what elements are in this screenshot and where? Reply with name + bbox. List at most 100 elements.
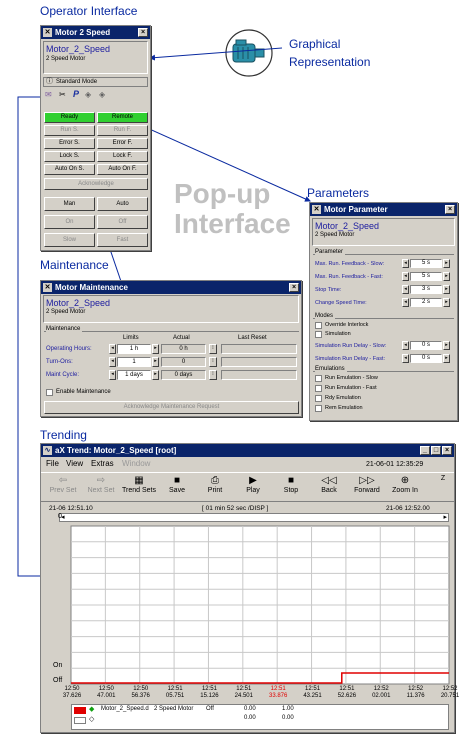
settings-toolbar-icon[interactable]: ◈ xyxy=(85,90,91,99)
lock-slow-indicator[interactable]: Lock S. xyxy=(44,151,95,162)
acknowledge-button[interactable]: Acknowledge xyxy=(44,178,148,190)
acknowledge-maintenance-button[interactable]: Acknowledge Maintenance Request xyxy=(44,401,299,414)
off-button[interactable]: Off xyxy=(97,215,148,229)
lock-fast-indicator[interactable]: Lock F. xyxy=(97,151,148,162)
toolbar-forward-button[interactable]: ▷▷ Forward xyxy=(349,475,385,502)
toolbar-print-button[interactable]: ⎙ Print xyxy=(197,475,233,502)
emulation-checkbox[interactable] xyxy=(315,405,322,412)
parameter-toolbar-icon[interactable]: P xyxy=(73,89,79,99)
col-actual: Actual xyxy=(173,335,190,341)
x-tick-time: 12:51 xyxy=(339,686,355,692)
toolbar-button-label: Next Set xyxy=(87,487,115,494)
maintenance-last-reset-field xyxy=(221,357,297,367)
maintenance-name-box: Motor_2_Speed 2 Speed Motor xyxy=(43,295,299,323)
close-icon[interactable]: × xyxy=(138,28,148,37)
maximize-icon[interactable]: □ xyxy=(431,446,441,455)
x-tick-time: 12:50 xyxy=(64,686,80,692)
emulation-checkbox[interactable] xyxy=(315,375,322,382)
alarm-toolbar-icon[interactable]: ✉ xyxy=(45,90,52,99)
menu-view[interactable]: View xyxy=(66,459,83,468)
spin-up-icon[interactable]: ▸ xyxy=(443,259,450,268)
reset-icon[interactable]: ⁞ xyxy=(209,370,217,380)
toolbar-button-label: Back xyxy=(321,487,337,494)
maintenance-actual-field: 0 h xyxy=(161,344,206,354)
menu-file[interactable]: File xyxy=(46,459,59,468)
spin-down-icon[interactable]: ◂ xyxy=(402,341,409,350)
emulation-checkbox[interactable] xyxy=(315,385,322,392)
menu-extras[interactable]: Extras xyxy=(91,459,114,468)
toolbar-back-button[interactable]: ◁◁ Back xyxy=(311,475,347,502)
toolbar-trend-sets-button[interactable]: ▦ Trend Sets xyxy=(121,475,157,502)
close-icon[interactable]: × xyxy=(445,205,455,214)
simulation-value-field[interactable]: 0 s xyxy=(410,354,442,363)
maintenance-toolbar-icon[interactable]: ✂ xyxy=(59,90,66,99)
trend-sets-icon: ▦ xyxy=(134,475,144,486)
parameter-value-field[interactable]: 5 s xyxy=(410,259,442,268)
maintenance-window-titlebar[interactable]: ✕ Motor Maintenance × xyxy=(41,281,301,294)
spin-up-icon[interactable]: ▸ xyxy=(443,341,450,350)
spin-down-icon[interactable]: ◂ xyxy=(109,370,116,380)
time-scrollbar[interactable]: ◂ ▸ xyxy=(59,513,449,522)
auto-on-slow-indicator[interactable]: Auto On S. xyxy=(44,164,95,175)
spin-up-icon[interactable]: ▸ xyxy=(443,298,450,307)
spin-down-icon[interactable]: ◂ xyxy=(402,298,409,307)
spin-down-icon[interactable]: ◂ xyxy=(402,259,409,268)
close-icon[interactable]: × xyxy=(442,446,452,455)
toolbar-prev-set-button[interactable]: ⇦ Prev Set xyxy=(45,475,81,502)
col-limits: Limits xyxy=(123,335,139,341)
toolbar-z-button[interactable]: Z xyxy=(425,475,461,502)
emulation-checkbox[interactable] xyxy=(315,395,322,402)
fast-button[interactable]: Fast xyxy=(97,233,148,247)
toolbar-next-set-button[interactable]: ⇨ Next Set xyxy=(83,475,119,502)
spin-down-icon[interactable]: ◂ xyxy=(402,285,409,294)
x-tick-label: 12:52 11.376 xyxy=(403,686,429,700)
spin-up-icon[interactable]: ▸ xyxy=(152,357,159,367)
toolbar-zoom-in-button[interactable]: ⊕ Zoom In xyxy=(387,475,423,502)
trend-window-titlebar[interactable]: ∿ aX Trend: Motor_2_Speed [root] _ □ × xyxy=(41,444,454,457)
toolbar-play-button[interactable]: ▶ Play xyxy=(235,475,271,502)
toolbar-save-button[interactable]: ■ Save xyxy=(159,475,195,502)
spin-down-icon[interactable]: ◂ xyxy=(402,272,409,281)
spin-up-icon[interactable]: ▸ xyxy=(443,272,450,281)
x-tick-label: 12:51 05.751 xyxy=(162,686,188,700)
close-icon[interactable]: × xyxy=(289,283,299,292)
spin-up-icon[interactable]: ▸ xyxy=(443,354,450,363)
toolbar-stop-button[interactable]: ■ Stop xyxy=(273,475,309,502)
parameter-value-field[interactable]: 5 s xyxy=(410,272,442,281)
parameter-value-field[interactable]: 3 s xyxy=(410,285,442,294)
on-button[interactable]: On xyxy=(44,215,95,229)
spin-up-icon[interactable]: ▸ xyxy=(443,285,450,294)
manual-button[interactable]: Man xyxy=(44,197,95,211)
emulation-checkbox-label: Rem Emulation xyxy=(325,405,363,411)
maintenance-limit-field[interactable]: 1 xyxy=(117,357,151,367)
spin-down-icon[interactable]: ◂ xyxy=(109,357,116,367)
spin-up-icon[interactable]: ▸ xyxy=(152,370,159,380)
spin-down-icon[interactable]: ◂ xyxy=(109,344,116,354)
trend-toolbar-icon[interactable]: ◈ xyxy=(99,90,105,99)
trend-plot[interactable] xyxy=(41,522,454,687)
menu-window[interactable]: Window xyxy=(122,459,150,468)
x-tick-time: 12:52 xyxy=(373,686,389,692)
maintenance-limit-field[interactable]: 1 days xyxy=(117,370,151,380)
graphical-label-line2: Representation xyxy=(289,55,371,69)
motor-graphic-icon xyxy=(225,29,273,77)
legend-value: Off xyxy=(206,706,214,712)
auto-on-fast-indicator[interactable]: Auto On F. xyxy=(97,164,148,175)
reset-icon[interactable]: ⁞ xyxy=(209,357,217,367)
reset-icon[interactable]: ⁞ xyxy=(209,344,217,354)
spin-up-icon[interactable]: ▸ xyxy=(152,344,159,354)
motor-window-titlebar[interactable]: ✕ Motor 2 Speed × xyxy=(41,26,150,39)
enable-maintenance-checkbox[interactable] xyxy=(46,389,53,396)
x-tick-time: 12:50 xyxy=(133,686,149,692)
spin-down-icon[interactable]: ◂ xyxy=(402,354,409,363)
slow-button[interactable]: Slow xyxy=(44,233,95,247)
mode-checkbox[interactable] xyxy=(315,331,322,338)
scroll-right-icon[interactable]: ▸ xyxy=(443,513,447,521)
mode-checkbox[interactable] xyxy=(315,322,322,329)
parameter-window-titlebar[interactable]: ✕ Motor Parameter × xyxy=(310,203,457,216)
auto-button[interactable]: Auto xyxy=(97,197,148,211)
parameter-value-field[interactable]: 2 s xyxy=(410,298,442,307)
minimize-icon[interactable]: _ xyxy=(420,446,430,455)
maintenance-limit-field[interactable]: 1 h xyxy=(117,344,151,354)
simulation-value-field[interactable]: 0 s xyxy=(410,341,442,350)
